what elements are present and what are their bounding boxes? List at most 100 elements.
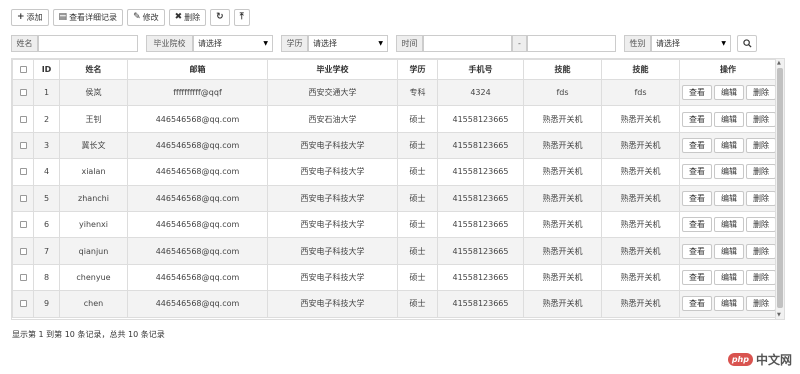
- cell-phone: 41558123665: [437, 210, 524, 239]
- name-filter-input[interactable]: [38, 35, 138, 52]
- watermark: php 中文网: [727, 351, 792, 368]
- gender-filter-select[interactable]: 请选择 ▼: [651, 35, 731, 52]
- select-all-cell[interactable]: [12, 59, 34, 80]
- export-button[interactable]: ⤒: [233, 9, 250, 26]
- table-row[interactable]: 7 qianjun 446546568@qq.com 西安电子科技大学 硕士 415581…: [12, 237, 777, 265]
- view-row-button[interactable]: 查看: [682, 217, 712, 233]
- row-checkbox[interactable]: [19, 273, 27, 281]
- cell-email: 446546568@qq.com: [127, 237, 268, 265]
- row-select-cell[interactable]: [12, 263, 34, 292]
- edu-filter-select[interactable]: 请选择 ▼: [308, 35, 388, 52]
- table-row[interactable]: 6 yihenxi 446546568@qq.com 西安电子科技大学 硕士 415581…: [12, 210, 777, 239]
- delete-row-button[interactable]: 删除: [746, 269, 776, 285]
- delete-row-button[interactable]: 删除: [746, 217, 776, 233]
- table-row[interactable]: 9 chen 446546568@qq.com 西安电子科技大学 硕士 415581236…: [12, 290, 777, 318]
- row-checkbox[interactable]: [19, 115, 27, 123]
- cell-email: 446546568@qq.com: [127, 158, 268, 186]
- cell-edu: 硕士: [397, 105, 438, 133]
- table-row[interactable]: 4 xialan 446546568@qq.com 西安电子科技大学 硕士 4155812…: [12, 158, 777, 186]
- edit-row-button[interactable]: 编辑: [714, 269, 744, 285]
- filter-bar: 姓名 毕业院校 请选择 ▼ 学历 请选择 ▼ 时间 - 性别 请选择 ▼: [11, 34, 785, 53]
- school-filter-select[interactable]: 请选择 ▼: [193, 35, 273, 52]
- view-row-button[interactable]: 查看: [682, 137, 712, 153]
- row-checkbox[interactable]: [19, 141, 27, 149]
- cell-skill1: 熟悉开关机: [523, 131, 602, 160]
- edu-filter-label: 学历: [281, 35, 308, 52]
- view-detail-button[interactable]: ▤ 查看详细记录: [52, 9, 124, 26]
- row-checkbox[interactable]: [19, 168, 27, 176]
- view-row-button[interactable]: 查看: [682, 85, 712, 101]
- delete-row-button[interactable]: 删除: [746, 296, 776, 312]
- select-all-checkbox[interactable]: [19, 66, 27, 73]
- edit-button[interactable]: ✎ 修改: [127, 9, 165, 26]
- row-select-cell[interactable]: [12, 131, 34, 160]
- row-checkbox[interactable]: [19, 247, 27, 255]
- view-row-button[interactable]: 查看: [682, 111, 712, 127]
- time-end-input[interactable]: [527, 35, 616, 52]
- delete-row-button[interactable]: 删除: [746, 164, 776, 180]
- row-select-cell[interactable]: [12, 105, 34, 133]
- row-select-cell[interactable]: [12, 184, 34, 212]
- row-checkbox[interactable]: [19, 89, 27, 97]
- row-checkbox[interactable]: [19, 221, 27, 229]
- edit-row-button[interactable]: 编辑: [714, 217, 744, 233]
- header-id[interactable]: ID: [33, 59, 60, 80]
- edit-label: 修改: [142, 13, 159, 22]
- header-edu[interactable]: 学历: [397, 59, 438, 80]
- delete-row-button[interactable]: 删除: [746, 137, 776, 153]
- edit-row-button[interactable]: 编辑: [714, 243, 744, 259]
- edit-row-button[interactable]: 编辑: [714, 137, 744, 153]
- cell-email: ffffffffff@qqf: [127, 78, 268, 107]
- delete-row-button[interactable]: 删除: [746, 85, 776, 101]
- row-checkbox[interactable]: [19, 194, 27, 202]
- header-name[interactable]: 姓名: [59, 59, 128, 80]
- view-row-button[interactable]: 查看: [682, 269, 712, 285]
- vertical-scrollbar[interactable]: ▲ ▼: [775, 59, 784, 319]
- row-select-cell[interactable]: [12, 290, 34, 318]
- add-button[interactable]: + 添加: [11, 9, 49, 26]
- edit-row-button[interactable]: 编辑: [714, 190, 744, 206]
- view-row-button[interactable]: 查看: [682, 190, 712, 206]
- view-row-button[interactable]: 查看: [682, 164, 712, 180]
- time-start-input[interactable]: [423, 35, 512, 52]
- header-school[interactable]: 毕业学校: [267, 59, 398, 80]
- edit-row-button[interactable]: 编辑: [714, 85, 744, 101]
- delete-row-button[interactable]: 删除: [746, 190, 776, 206]
- edit-row-button[interactable]: 编辑: [714, 164, 744, 180]
- view-row-button[interactable]: 查看: [682, 243, 712, 259]
- cell-skill1: 熟悉开关机: [523, 210, 602, 239]
- table-row[interactable]: 5 zhanchi 446546568@qq.com 西安电子科技大学 硕士 415581…: [12, 184, 777, 212]
- refresh-button[interactable]: ↻: [210, 9, 230, 26]
- search-icon: [742, 39, 752, 48]
- table-header-row: ID 姓名 邮箱 毕业学校 学历 手机号 技能 技能 操作: [12, 59, 777, 80]
- cell-id: 3: [33, 131, 60, 160]
- scrollbar-thumb[interactable]: [777, 68, 783, 308]
- header-phone[interactable]: 手机号: [437, 59, 524, 80]
- delete-row-button[interactable]: 删除: [746, 243, 776, 259]
- view-detail-label: 查看详细记录: [69, 13, 118, 22]
- table-row[interactable]: 2 王钊 446546568@qq.com 西安石油大学 硕士 41558123665 熟悉…: [12, 105, 777, 133]
- table-row[interactable]: 8 chenyue 446546568@qq.com 西安电子科技大学 硕士 415581…: [12, 263, 777, 292]
- header-email[interactable]: 邮箱: [127, 59, 268, 80]
- scroll-up-icon[interactable]: ▲: [777, 60, 781, 66]
- delete-row-button[interactable]: 删除: [746, 111, 776, 127]
- scroll-down-icon[interactable]: ▼: [777, 312, 781, 318]
- gender-filter-label: 性别: [624, 35, 651, 52]
- search-button[interactable]: [737, 35, 757, 52]
- row-select-cell[interactable]: [12, 237, 34, 265]
- row-checkbox[interactable]: [19, 300, 27, 308]
- edit-row-button[interactable]: 编辑: [714, 111, 744, 127]
- row-select-cell[interactable]: [12, 78, 34, 107]
- cell-email: 446546568@qq.com: [127, 131, 268, 160]
- header-skill2[interactable]: 技能: [601, 59, 680, 80]
- row-select-cell[interactable]: [12, 158, 34, 186]
- header-skill1[interactable]: 技能: [523, 59, 602, 80]
- table-row[interactable]: 1 侯岚 ffffffffff@qqf 西安交通大学 专科 4324 fds fds 查看 编辑删…: [12, 78, 777, 107]
- table-row[interactable]: 3 冀长文 446546568@qq.com 西安电子科技大学 硕士 4155812366…: [12, 131, 777, 160]
- cell-name: chen: [59, 290, 128, 318]
- delete-button[interactable]: ✖ 删除: [168, 9, 207, 26]
- view-row-button[interactable]: 查看: [682, 296, 712, 312]
- row-select-cell[interactable]: [12, 210, 34, 239]
- edit-row-button[interactable]: 编辑: [714, 296, 744, 312]
- header-actions: 操作: [679, 59, 777, 80]
